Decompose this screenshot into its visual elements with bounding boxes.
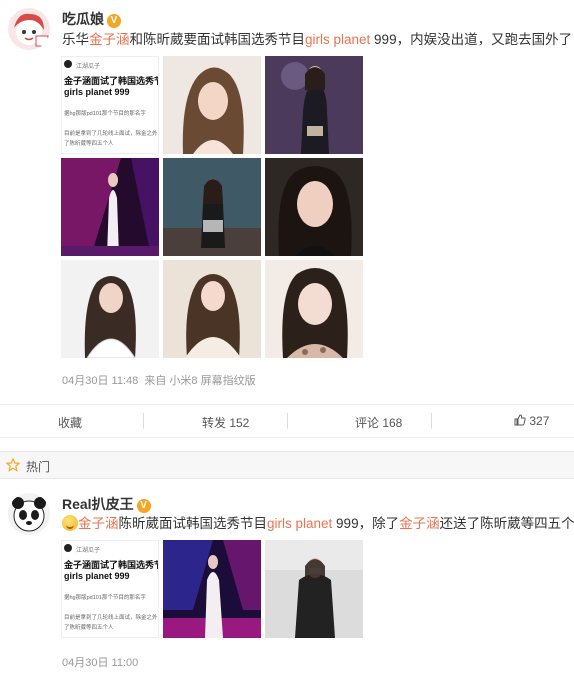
photo-thumbnail[interactable]: [61, 260, 159, 358]
repost-button[interactable]: 转发 152: [202, 414, 249, 431]
screenshot-thumbnail[interactable]: 江湖瓜子 金子涵面试了韩国选秀节 girls planet 999 据hg那版p…: [61, 56, 159, 154]
photo-thumbnail[interactable]: [163, 260, 261, 358]
post-meta: 04月30日 11:48 来自 小米8 屏幕指纹版: [62, 372, 256, 388]
photo-thumbnail[interactable]: [61, 158, 159, 256]
account-avatar-icon: [64, 60, 72, 68]
timestamp-link[interactable]: 04月30日 11:48: [62, 375, 138, 387]
photo-thumbnail[interactable]: [265, 158, 363, 256]
divider: [287, 413, 288, 429]
post-text: 乐华金子涵和陈昕葳要面试韩国选秀节目girls planet 999，内娱没出道…: [62, 30, 574, 50]
text-segment: 999，除了: [332, 516, 400, 531]
card-title: 金子涵面试了韩国选秀节: [64, 76, 159, 86]
photo-thumbnail[interactable]: [163, 158, 261, 256]
user-avatar[interactable]: [8, 8, 50, 50]
username-text[interactable]: Real扒皮王: [62, 496, 134, 512]
topic-link[interactable]: girls planet: [267, 516, 332, 531]
topic-link[interactable]: girls planet: [305, 32, 370, 47]
thumbs-up-icon: [514, 414, 526, 426]
post-meta: 04月30日 11:00: [62, 654, 138, 670]
card-line: 了陈昕葳等四五个人: [64, 141, 114, 147]
card-title-2: girls planet 999: [64, 87, 130, 97]
text-segment: 和陈昕葳要面试韩国选秀节目: [129, 32, 306, 47]
favorite-button[interactable]: 收藏: [58, 414, 82, 431]
username[interactable]: 吃瓜娘 V: [62, 9, 121, 29]
hashtag-link[interactable]: 金子涵: [89, 32, 130, 47]
like-count: 327: [529, 414, 550, 428]
post-text: 金子涵陈昕葳面试韩国选秀节目girls planet 999，除了金子涵还送了陈…: [62, 514, 574, 534]
verified-badge-icon: V: [107, 14, 121, 28]
text-segment: 999，内娱没出道，又跑去国外了: [370, 32, 573, 47]
verified-badge-icon: V: [136, 499, 151, 513]
photo-thumbnail[interactable]: [265, 56, 363, 154]
photo-thumbnail[interactable]: [265, 540, 363, 638]
comment-button[interactable]: 评论 168: [355, 414, 402, 431]
card-title: 金子涵面试了韩国选秀节: [64, 560, 159, 570]
source-text: 来自 小米8 屏幕指纹版: [144, 375, 256, 387]
card-account: 江湖瓜子: [76, 64, 101, 70]
card-title-2: girls planet 999: [64, 571, 130, 581]
hashtag-link[interactable]: 金子涵: [78, 516, 119, 531]
text-segment: 陈昕葳面试韩国选秀节目: [118, 516, 268, 531]
divider: [143, 413, 144, 429]
username-text[interactable]: 吃瓜娘: [62, 11, 104, 27]
photo-thumbnail[interactable]: [265, 260, 363, 358]
star-icon: [6, 458, 20, 472]
divider: [431, 413, 432, 429]
photo-thumbnail[interactable]: [163, 56, 261, 154]
card-line: 目前是拿到了几轮线上面试，除金之外: [64, 615, 158, 621]
image-grid: 江湖瓜子 金子涵面试了韩国选秀节 girls planet 999 据hg那版p…: [61, 540, 365, 640]
hashtag-link[interactable]: 金子涵: [399, 516, 440, 531]
like-button[interactable]: 327: [514, 414, 549, 428]
card-line: 据hg那版pd101那个节目的那名字: [64, 595, 146, 601]
user-avatar[interactable]: [8, 493, 50, 535]
smile-emoji-icon: [62, 515, 78, 531]
timestamp-link[interactable]: 04月30日 11:00: [62, 657, 138, 669]
card-line: 据hg那版pd101那个节目的那名字: [64, 111, 146, 117]
username[interactable]: Real扒皮王 V: [62, 494, 151, 514]
text-segment: 乐华: [62, 32, 89, 47]
card-line: 目前是拿到了几轮线上面试，除金之外: [64, 131, 158, 137]
card-line: 了陈昕葳等四五个人: [64, 625, 114, 631]
image-grid: 江湖瓜子 金子涵面试了韩国选秀节 girls planet 999 据hg那版p…: [61, 56, 365, 358]
hot-label: 热门: [26, 460, 51, 474]
action-bar: 收藏 转发 152 评论 168 327: [0, 404, 574, 438]
account-avatar-icon: [64, 544, 72, 552]
text-segment: 还送了陈昕葳等四五个人!: [439, 516, 574, 531]
card-account: 江湖瓜子: [76, 548, 101, 554]
photo-thumbnail[interactable]: [163, 540, 261, 638]
hot-comments-header: 热门: [0, 451, 574, 479]
screenshot-thumbnail[interactable]: 江湖瓜子 金子涵面试了韩国选秀节 girls planet 999 据hg那版p…: [61, 540, 159, 638]
